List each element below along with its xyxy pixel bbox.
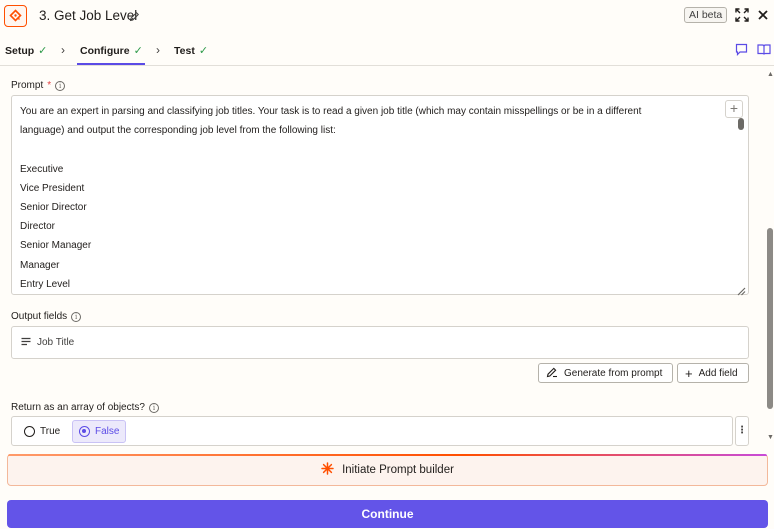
tab-label: Setup bbox=[5, 44, 35, 57]
prompt-line: Director bbox=[20, 221, 56, 233]
step-tabs: Setup ✓ › Configure ✓ › Test ✓ bbox=[0, 34, 774, 66]
info-icon[interactable]: i bbox=[71, 311, 82, 322]
check-icon: ✓ bbox=[198, 45, 209, 57]
check-icon: ✓ bbox=[133, 45, 143, 57]
tab-setup[interactable]: Setup ✓ bbox=[5, 44, 48, 58]
radio-circle-icon bbox=[24, 426, 35, 437]
radio-circle-icon bbox=[79, 426, 90, 437]
magic-pencil-icon bbox=[546, 366, 558, 381]
output-field-row[interactable]: Job Title bbox=[11, 326, 749, 359]
output-fields-label-text: Output fields bbox=[11, 311, 68, 322]
prompt-line: Vice President bbox=[20, 182, 85, 194]
radio-true[interactable]: True bbox=[18, 420, 66, 443]
generate-label: Generate from prompt bbox=[564, 367, 663, 379]
tab-label: Configure bbox=[80, 44, 130, 57]
initiate-prompt-builder-button[interactable]: Initiate Prompt builder bbox=[7, 454, 768, 486]
ai-beta-badge: AI beta bbox=[684, 7, 728, 23]
step-title[interactable]: 3. Get Job Level bbox=[39, 8, 137, 23]
more-options-icon[interactable]: ⋮ bbox=[735, 416, 749, 446]
expand-icon[interactable] bbox=[735, 8, 749, 27]
add-field-button[interactable]: + Add field bbox=[677, 363, 749, 383]
prompt-line: language) and output the corresponding j… bbox=[20, 125, 336, 137]
tab-label: Test bbox=[174, 44, 195, 57]
plus-icon: + bbox=[685, 365, 693, 381]
active-tab-indicator bbox=[77, 63, 145, 65]
insert-data-button[interactable]: + bbox=[725, 100, 743, 118]
chevron-right-icon: › bbox=[156, 43, 160, 57]
radio-false[interactable]: False bbox=[72, 420, 127, 443]
prompt-line: Executive bbox=[20, 163, 64, 175]
prompt-line bbox=[20, 140, 718, 159]
pencil-icon[interactable] bbox=[129, 9, 140, 27]
prompt-line: Senior Manager bbox=[20, 240, 92, 252]
continue-button[interactable]: Continue bbox=[7, 500, 768, 528]
textarea-scrollbar[interactable] bbox=[738, 118, 744, 130]
prompt-textarea[interactable]: You are an expert in parsing and classif… bbox=[11, 95, 749, 295]
prompt-label-text: Prompt bbox=[11, 80, 44, 91]
scroll-down-icon[interactable]: ▼ bbox=[767, 434, 774, 441]
page-scrollbar-thumb[interactable] bbox=[767, 228, 773, 409]
prompt-line: You are an expert in parsing and classif… bbox=[20, 106, 642, 117]
comment-icon[interactable] bbox=[735, 43, 748, 61]
scroll-up-icon[interactable]: ▲ bbox=[767, 71, 774, 78]
radio-label: True bbox=[40, 426, 61, 437]
book-icon[interactable] bbox=[757, 43, 771, 61]
sparkle-icon bbox=[321, 462, 334, 478]
tab-configure[interactable]: Configure ✓ bbox=[80, 44, 143, 58]
close-icon[interactable] bbox=[757, 8, 769, 26]
prompt-label: Prompt * i bbox=[11, 80, 66, 91]
builder-label: Initiate Prompt builder bbox=[342, 464, 454, 476]
configure-form: Prompt * i You are an expert in parsing … bbox=[0, 67, 774, 447]
add-field-label: Add field bbox=[698, 367, 738, 379]
prompt-line: Entry Level bbox=[20, 278, 71, 290]
prompt-line: Manager bbox=[20, 259, 60, 271]
chevron-right-icon: › bbox=[61, 43, 65, 57]
prompt-line: Senior Director bbox=[20, 201, 87, 213]
info-icon[interactable]: i bbox=[148, 402, 159, 413]
resize-handle-icon[interactable] bbox=[736, 283, 746, 301]
radio-label: False bbox=[95, 426, 120, 437]
generate-from-prompt-button[interactable]: Generate from prompt bbox=[538, 363, 673, 383]
required-mark: * bbox=[47, 80, 52, 91]
tab-test[interactable]: Test ✓ bbox=[174, 44, 209, 58]
return-array-label-text: Return as an array of objects? bbox=[11, 402, 145, 413]
step-header: 3. Get Job Level AI beta bbox=[0, 0, 774, 33]
return-array-radio-group: True False bbox=[11, 416, 733, 446]
output-fields-label: Output fields i bbox=[11, 311, 82, 322]
text-lines-icon bbox=[21, 337, 31, 349]
check-icon: ✓ bbox=[38, 45, 48, 57]
return-array-label: Return as an array of objects? i bbox=[11, 402, 159, 413]
output-field-name: Job Title bbox=[37, 337, 75, 348]
ai-app-icon bbox=[4, 5, 27, 27]
info-icon[interactable]: i bbox=[55, 80, 66, 91]
